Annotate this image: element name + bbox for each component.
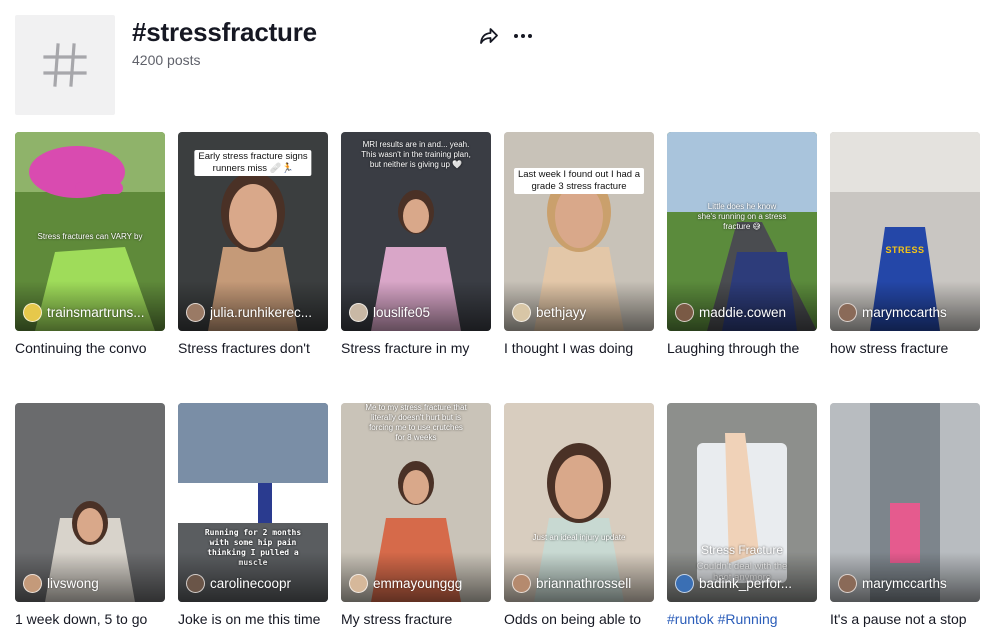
creator-username[interactable]: marymccarths <box>862 305 947 320</box>
video-overlay-text: Last week I found out I had a grade 3 st… <box>513 168 645 194</box>
creator-row[interactable]: maddie.cowen <box>675 303 811 322</box>
video-thumbnail[interactable]: STRESS marymccarths <box>830 132 980 331</box>
video-overlay-text: Little does he know she's running on a s… <box>697 202 787 231</box>
posts-count: 4200 posts <box>132 52 201 68</box>
video-caption[interactable]: how stress fracture <box>830 339 980 357</box>
creator-row[interactable]: trainsmartruns... <box>23 303 159 322</box>
avatar[interactable] <box>675 574 694 593</box>
video-overlay-text: STRESS <box>885 245 925 255</box>
creator-username[interactable]: maddie.cowen <box>699 305 786 320</box>
video-thumbnail[interactable]: Me to my stress fracture that literally … <box>341 403 491 602</box>
avatar[interactable] <box>186 303 205 322</box>
creator-row[interactable]: carolinecoopr <box>186 574 322 593</box>
video-card[interactable]: MRI results are in and... yeah. This was… <box>341 132 491 357</box>
video-card[interactable]: Running for 2 months with some hip pain … <box>178 403 328 628</box>
creator-row[interactable]: louslife05 <box>349 303 485 322</box>
creator-username[interactable]: badink_perfor... <box>699 576 792 591</box>
creator-row[interactable]: badink_perfor... <box>675 574 811 593</box>
avatar[interactable] <box>186 574 205 593</box>
creator-username[interactable]: marymccarths <box>862 576 947 591</box>
avatar[interactable] <box>349 574 368 593</box>
video-thumbnail[interactable]: Little does he know she's running on a s… <box>667 132 817 331</box>
page-title: #stressfracture <box>132 17 317 47</box>
video-caption[interactable]: Stress fracture in my <box>341 339 491 357</box>
avatar[interactable] <box>23 303 42 322</box>
video-card[interactable]: Little does he know she's running on a s… <box>667 132 817 357</box>
video-thumbnail[interactable]: Just an ideal injury update briannathross… <box>504 403 654 602</box>
video-grid: Stress fractures can VARY by trainsmartru… <box>15 132 980 628</box>
video-card[interactable]: Me to my stress fracture that literally … <box>341 403 491 628</box>
creator-row[interactable]: briannathrossell <box>512 574 648 593</box>
share-icon[interactable] <box>478 25 500 47</box>
video-card[interactable]: Stress fractures can VARY by trainsmartru… <box>15 132 165 357</box>
avatar[interactable] <box>838 303 857 322</box>
video-card[interactable]: Just an ideal injury update briannathross… <box>504 403 654 628</box>
creator-row[interactable]: emmayounggg <box>349 574 485 593</box>
video-thumbnail[interactable]: Last week I found out I had a grade 3 st… <box>504 132 654 331</box>
video-caption[interactable]: Continuing the convo <box>15 339 165 357</box>
video-card[interactable]: Last week I found out I had a grade 3 st… <box>504 132 654 357</box>
video-thumbnail[interactable]: Running for 2 months with some hip pain … <box>178 403 328 602</box>
video-thumbnail[interactable]: marymccarths <box>830 403 980 602</box>
video-card[interactable]: Early stress fracture signs runners miss… <box>178 132 328 357</box>
video-card[interactable]: marymccarths It's a pause not a stop <box>830 403 980 628</box>
video-overlay-text: Stress fractures can VARY by <box>37 232 143 241</box>
video-caption[interactable]: Laughing through the <box>667 339 817 357</box>
creator-row[interactable]: bethjayy <box>512 303 648 322</box>
avatar[interactable] <box>675 303 694 322</box>
creator-row[interactable]: julia.runhikerec... <box>186 303 322 322</box>
video-thumbnail[interactable]: Stress FractureCouldn't deal with the bo… <box>667 403 817 602</box>
more-icon[interactable] <box>512 25 534 47</box>
avatar[interactable] <box>838 574 857 593</box>
video-thumbnail[interactable]: livswong <box>15 403 165 602</box>
video-card[interactable]: Stress FractureCouldn't deal with the bo… <box>667 403 817 628</box>
avatar[interactable] <box>23 574 42 593</box>
creator-username[interactable]: briannathrossell <box>536 576 631 591</box>
creator-username[interactable]: emmayounggg <box>373 576 462 591</box>
video-thumbnail[interactable]: Early stress fracture signs runners miss… <box>178 132 328 331</box>
creator-username[interactable]: carolinecoopr <box>210 576 291 591</box>
avatar[interactable] <box>512 574 531 593</box>
creator-username[interactable]: julia.runhikerec... <box>210 305 312 320</box>
hashtag-icon <box>15 15 115 115</box>
video-overlay-text: MRI results are in and... yeah. This was… <box>361 140 471 169</box>
creator-row[interactable]: marymccarths <box>838 574 974 593</box>
video-card[interactable]: livswong 1 week down, 5 to go <box>15 403 165 628</box>
creator-row[interactable]: marymccarths <box>838 303 974 322</box>
video-caption[interactable]: Stress fractures don't <box>178 339 328 357</box>
video-caption[interactable]: I thought I was doing <box>504 339 654 357</box>
avatar[interactable] <box>512 303 531 322</box>
creator-username[interactable]: livswong <box>47 576 99 591</box>
avatar[interactable] <box>349 303 368 322</box>
hashtag-header: #stressfracture 4200 posts <box>15 15 985 115</box>
video-overlay-text: Just an ideal injury update <box>532 533 626 542</box>
video-thumbnail[interactable]: Stress fractures can VARY by trainsmartru… <box>15 132 165 331</box>
video-card[interactable]: STRESS marymccarths how stress fracture <box>830 132 980 357</box>
creator-username[interactable]: bethjayy <box>536 305 586 320</box>
creator-row[interactable]: livswong <box>23 574 159 593</box>
creator-username[interactable]: louslife05 <box>373 305 430 320</box>
video-overlay-text: Me to my stress fracture that literally … <box>365 403 467 442</box>
creator-username[interactable]: trainsmartruns... <box>47 305 145 320</box>
video-overlay-text: Early stress fracture signs runners miss… <box>194 150 312 176</box>
video-thumbnail[interactable]: MRI results are in and... yeah. This was… <box>341 132 491 331</box>
